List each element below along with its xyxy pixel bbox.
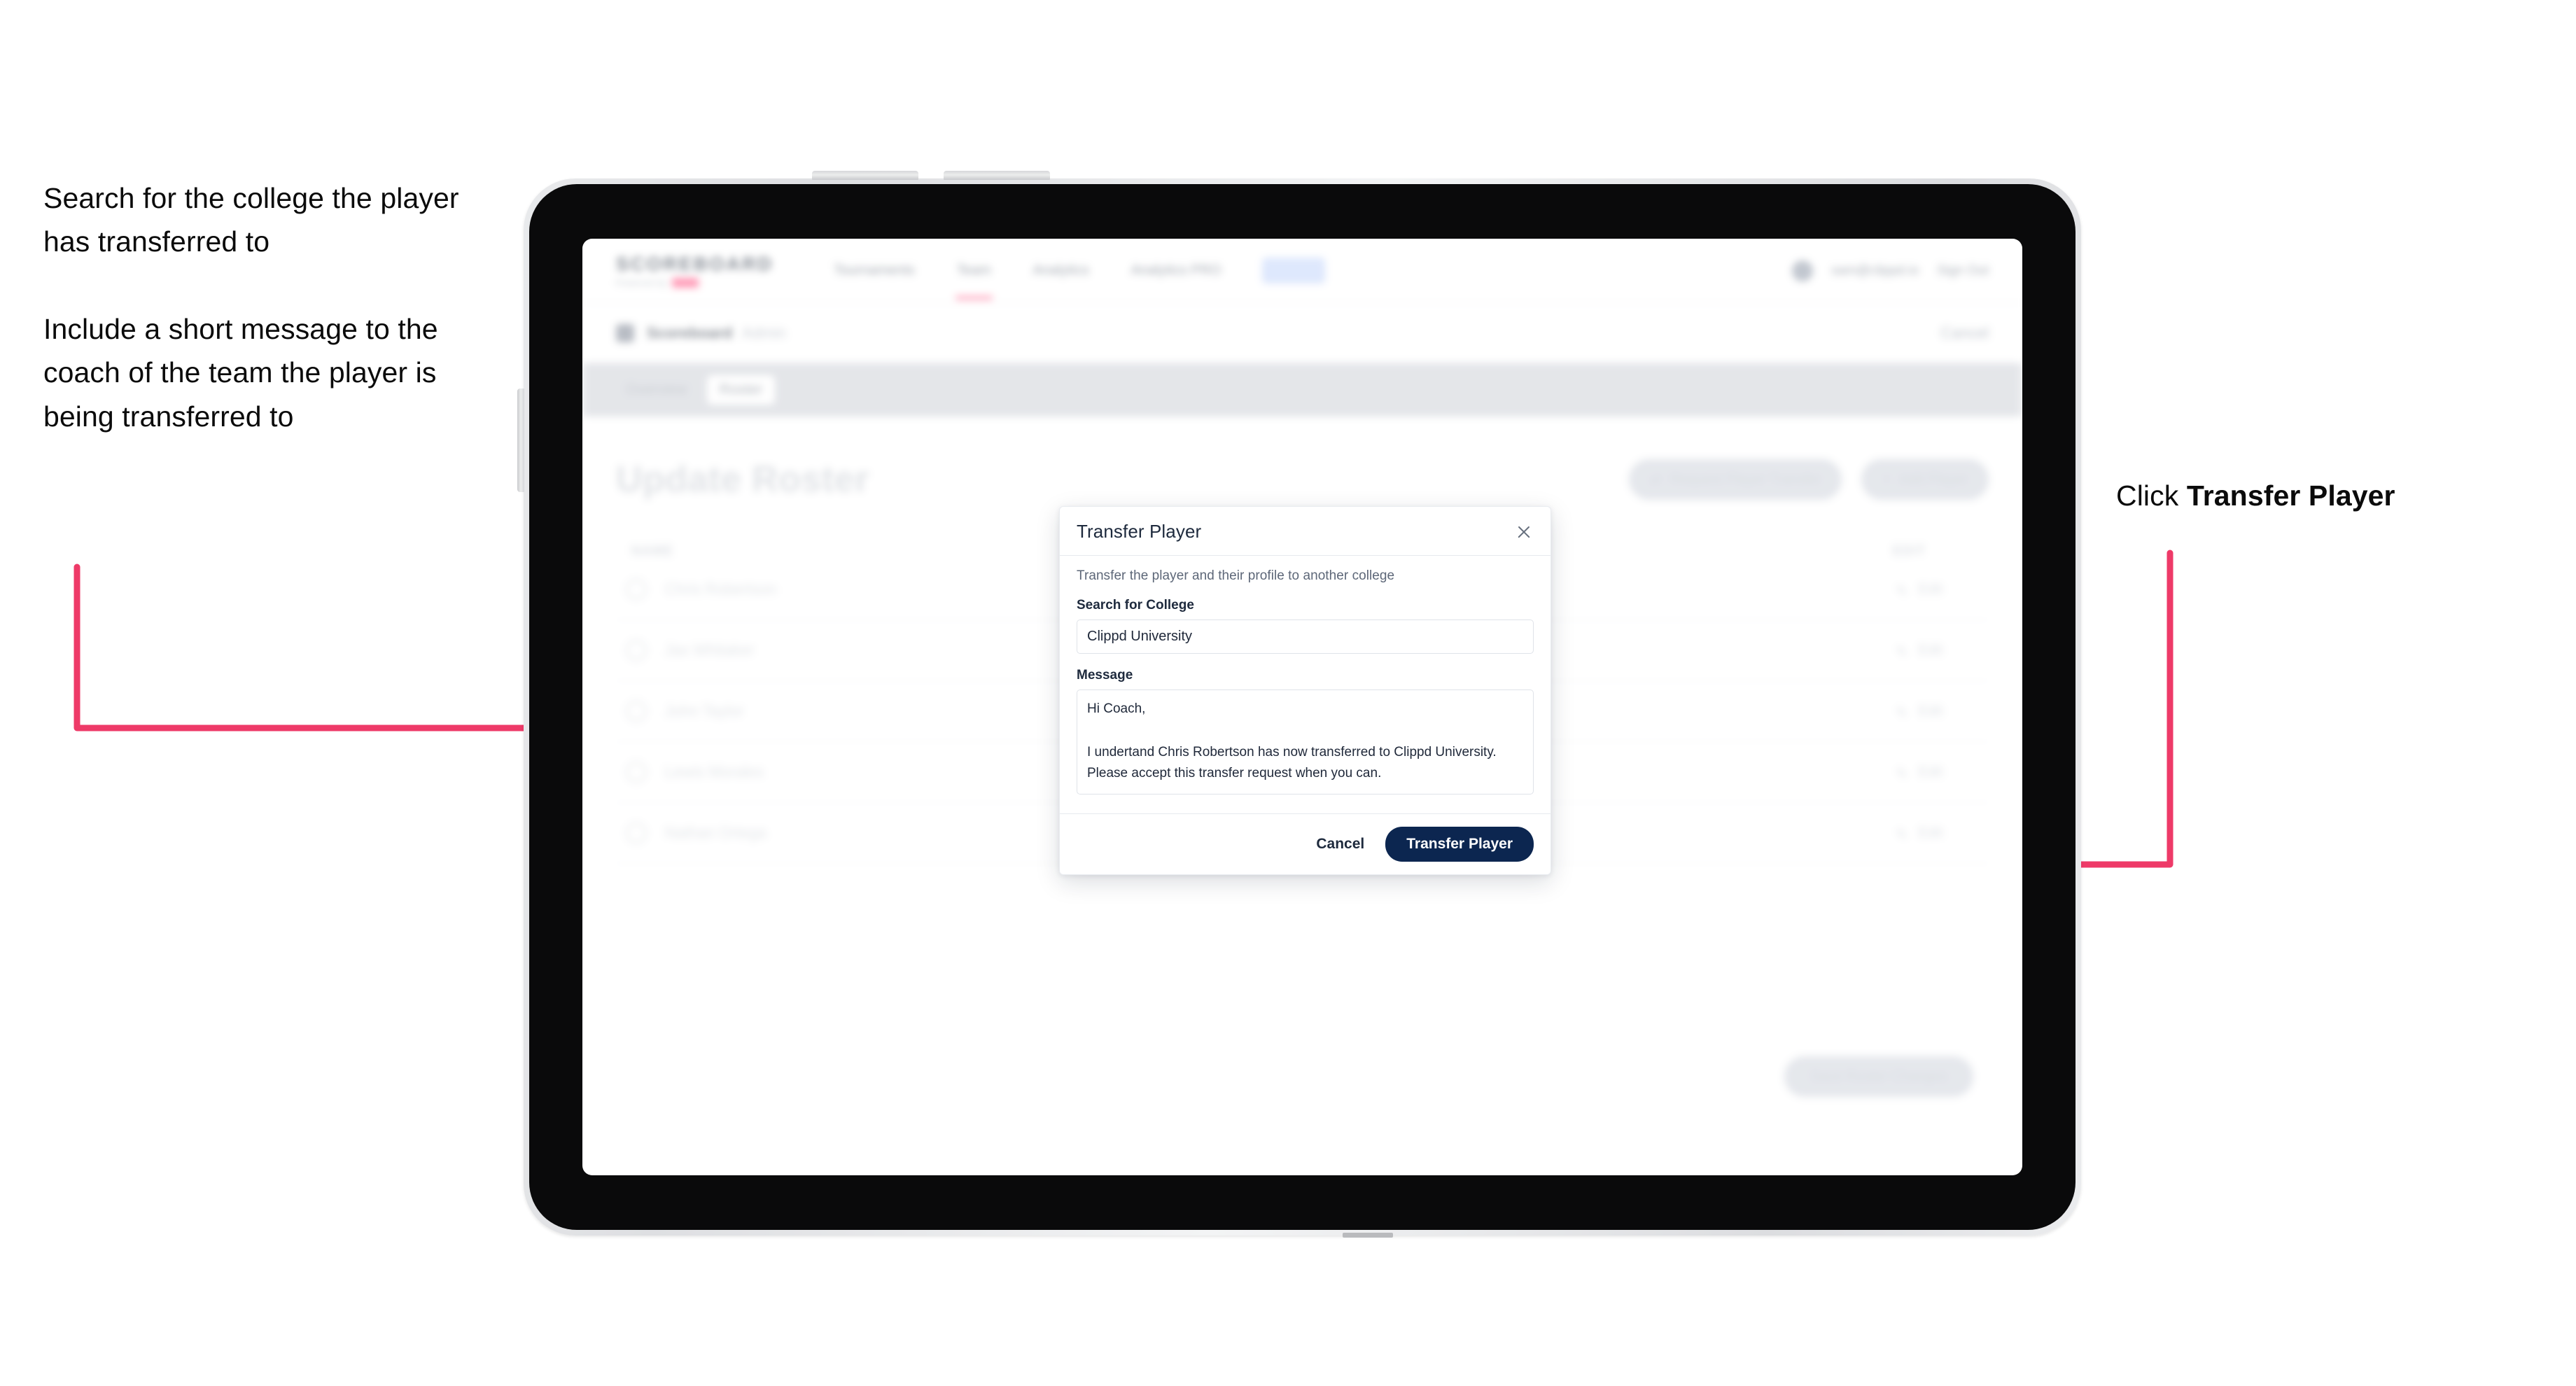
annotation-left-line-1: Search for the college the player has tr… xyxy=(43,182,459,258)
row-player-name: Jax Whitaker xyxy=(665,641,755,659)
close-icon[interactable] xyxy=(1514,522,1534,542)
dialog-body: Transfer the player and their profile to… xyxy=(1060,556,1550,813)
request-player-transfer-button[interactable]: ⇄ Request Player Transfer xyxy=(1629,459,1842,500)
connector-port xyxy=(1343,1233,1393,1238)
breadcrumb-main[interactable]: Scoreboard xyxy=(647,324,732,342)
plus-icon: + xyxy=(1882,471,1891,487)
row-checkbox[interactable] xyxy=(626,640,647,661)
pencil-icon: ✎ xyxy=(1896,706,1908,721)
pencil-icon: ✎ xyxy=(1896,645,1908,660)
clippd-mark xyxy=(672,278,699,288)
annotation-right-bold: Transfer Player xyxy=(2186,479,2395,512)
tab-roster[interactable]: Roster xyxy=(706,375,776,405)
row-edit-label: Edit xyxy=(1918,642,1942,658)
row-edit-link[interactable]: ✎ Edit xyxy=(1896,764,1942,783)
row-checkbox[interactable] xyxy=(626,701,647,722)
column-header-name: NAME xyxy=(631,544,673,559)
pencil-icon: ✎ xyxy=(1896,827,1908,843)
annotation-right: Click Transfer Player xyxy=(2116,476,2508,516)
sign-out-link[interactable]: Sign Out xyxy=(1937,263,1989,279)
search-college-input[interactable] xyxy=(1077,620,1534,654)
transfer-player-button[interactable]: Transfer Player xyxy=(1385,827,1534,862)
row-checkbox[interactable] xyxy=(626,762,647,783)
annotation-left-line-2: Include a short message to the coach of … xyxy=(43,312,438,433)
message-textarea[interactable]: Hi Coach, I undertand Chris Robertson ha… xyxy=(1077,690,1534,794)
row-edit-link[interactable]: ✎ Edit xyxy=(1896,703,1942,722)
pencil-icon: ✎ xyxy=(1896,766,1908,782)
row-player-name: Nathan Ortega xyxy=(665,824,766,841)
annotation-right-prefix: Click xyxy=(2116,479,2187,512)
breadcrumb-cancel[interactable]: Cancel xyxy=(1941,324,1989,342)
app-top-navbar: SCOREBOARD Powered by Tournaments Team A… xyxy=(582,239,2022,303)
row-player-name: John Taylor xyxy=(665,702,744,720)
annotation-left: Search for the college the player has tr… xyxy=(43,176,491,438)
transfer-icon: ⇄ xyxy=(1650,472,1662,488)
brand-powered-by: Powered by xyxy=(616,278,668,288)
row-edit-link[interactable]: ✎ Edit xyxy=(1896,642,1942,661)
avatar[interactable] xyxy=(1792,260,1814,281)
breadcrumb: Scoreboard Admin Cancel xyxy=(582,303,2022,363)
row-edit-label: Edit xyxy=(1918,825,1942,841)
request-player-transfer-label: Request Player Transfer xyxy=(1670,471,1821,487)
nav-pill-roster[interactable]: Roster xyxy=(1261,258,1326,284)
pencil-icon: ✎ xyxy=(1896,584,1908,599)
user-email: sam@clippd.io xyxy=(1831,262,1919,278)
row-checkbox[interactable] xyxy=(626,579,647,600)
nav-link-analytics-pro[interactable]: Analytics PRO xyxy=(1130,258,1223,283)
dialog-header: Transfer Player xyxy=(1060,507,1550,556)
brand-logo[interactable]: SCOREBOARD Powered by xyxy=(616,253,774,288)
page-title-row: Update Roster ⇄ Request Player Transfer … xyxy=(616,458,1989,500)
add-player-label: Add Player xyxy=(1899,471,1968,487)
dialog-title: Transfer Player xyxy=(1077,521,1202,542)
add-player-button[interactable]: + Add Player xyxy=(1861,459,1989,500)
transfer-player-dialog: Transfer Player Transfer the player and … xyxy=(1059,506,1551,875)
page-actions: ⇄ Request Player Transfer + Add Player xyxy=(1629,459,1989,500)
message-label: Message xyxy=(1077,668,1133,682)
dialog-footer: Cancel Transfer Player xyxy=(1060,813,1550,874)
brand-name: SCOREBOARD xyxy=(616,253,774,274)
cancel-button[interactable]: Cancel xyxy=(1313,832,1367,857)
segmented-tabs: Overview Roster xyxy=(582,363,2022,416)
page-title: Update Roster xyxy=(616,459,869,500)
nav-links: Tournaments Team Analytics Analytics PRO… xyxy=(832,258,1326,300)
row-edit-link[interactable]: ✎ Edit xyxy=(1896,581,1942,600)
row-player-name: Chris Robertson xyxy=(665,580,776,598)
power-button[interactable] xyxy=(517,388,524,492)
row-edit-label: Edit xyxy=(1918,581,1942,597)
dialog-description: Transfer the player and their profile to… xyxy=(1077,568,1395,583)
save-roster-changes-button[interactable]: Save Roster Changes xyxy=(1784,1056,1973,1097)
tab-overview[interactable]: Overview xyxy=(613,375,700,405)
row-player-name: Lewis Morales xyxy=(665,763,764,780)
row-edit-label: Edit xyxy=(1918,764,1942,780)
nav-right-group: sam@clippd.io Sign Out xyxy=(1792,260,1989,281)
nav-link-analytics[interactable]: Analytics xyxy=(1032,258,1091,283)
breadcrumb-sub: Admin xyxy=(742,323,786,342)
brand-subtitle: Powered by xyxy=(616,278,774,288)
volume-up-button[interactable] xyxy=(812,171,918,180)
row-checkbox[interactable] xyxy=(626,822,647,844)
row-edit-link[interactable]: ✎ Edit xyxy=(1896,825,1942,844)
row-edit-label: Edit xyxy=(1918,703,1942,719)
column-header-edit: EDIT xyxy=(1892,544,1926,559)
search-college-label: Search for College xyxy=(1077,598,1194,612)
volume-down-button[interactable] xyxy=(944,171,1050,180)
nav-link-team[interactable]: Team xyxy=(955,258,993,300)
nav-link-tournaments[interactable]: Tournaments xyxy=(832,258,916,283)
breadcrumb-icon xyxy=(616,323,634,342)
